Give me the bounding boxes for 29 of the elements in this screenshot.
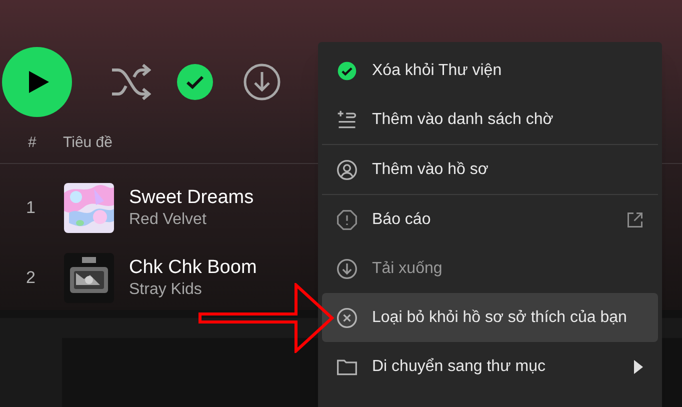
shuffle-icon [111,64,151,100]
check-circle-icon [177,64,213,100]
submenu-caret-icon [632,358,644,374]
external-link-icon [626,210,644,228]
track-number: 1 [25,197,36,220]
track-title[interactable]: Chk Chk Boom [129,256,257,280]
report-icon [336,208,358,230]
download-icon [243,63,281,101]
track-number: 2 [25,267,36,290]
track-artist[interactable]: Red Velvet [129,210,254,230]
queue-icon [336,108,358,130]
track-title[interactable]: Sweet Dreams [129,186,254,210]
menu-item[interactable]: Thêm vào danh sách chờ [322,95,658,144]
menu-item[interactable]: Di chuyển sang thư mục [322,342,658,391]
download-button[interactable] [243,63,281,101]
remove-icon [336,306,358,328]
track-artist[interactable]: Stray Kids [129,280,257,300]
check-circle-icon [336,60,358,82]
menu-item[interactable]: Loại bỏ khỏi hồ sơ sở thích của bạn [322,293,658,342]
number-column-header: # [27,133,38,154]
shuffle-button[interactable] [110,62,152,102]
menu-item[interactable]: Xóa khỏi Thư viện [322,46,658,95]
menu-item[interactable]: Báo cáo [322,195,658,244]
download-icon [336,258,358,280]
play-icon [28,70,50,94]
saved-button[interactable] [177,64,213,100]
menu-item[interactable]: Thêm vào hồ sơ [322,145,658,194]
title-column-header: Tiêu đề [63,133,112,154]
profile-icon [336,158,358,180]
